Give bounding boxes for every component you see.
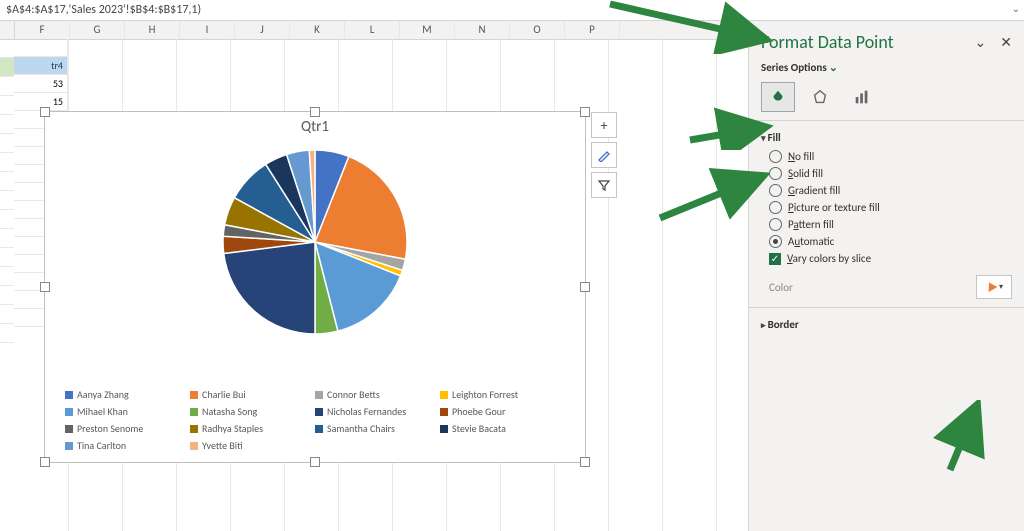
legend-item[interactable]: Stevie Bacata xyxy=(440,422,565,435)
legend-item[interactable]: Yvette Biti xyxy=(190,439,315,452)
legend-item[interactable]: Natasha Song xyxy=(190,405,315,418)
effects-tab[interactable] xyxy=(803,82,837,112)
formula-bar[interactable]: $A$4:$A$17,'Sales 2023'!$B$4:$B$17,1) ⌄ xyxy=(0,0,1024,21)
resize-handle[interactable] xyxy=(40,457,50,467)
collapse-pane-icon[interactable]: ⌄ xyxy=(975,34,987,51)
legend-item[interactable]: Preston Senome xyxy=(65,422,190,435)
legend-item[interactable]: Samantha Chairs xyxy=(315,422,440,435)
row-headers[interactable] xyxy=(0,39,14,343)
legend-item[interactable]: Radhya Staples xyxy=(190,422,315,435)
pie-plot[interactable] xyxy=(215,142,415,342)
resize-handle[interactable] xyxy=(580,282,590,292)
format-data-point-pane: Format Data Point ⌄ ✕ Series Options⌄ Fi… xyxy=(748,21,1024,531)
border-section-header[interactable]: Border xyxy=(761,318,1012,331)
legend-item[interactable]: Tina Carlton xyxy=(65,439,190,452)
resize-handle[interactable] xyxy=(580,107,590,117)
no-fill-radio[interactable]: No fill xyxy=(769,150,1012,163)
legend-item[interactable]: Nicholas Fernandes xyxy=(315,405,440,418)
close-pane-icon[interactable]: ✕ xyxy=(1000,34,1012,51)
picture-fill-radio[interactable]: Picture or texture fill xyxy=(769,201,1012,214)
fill-color-picker[interactable]: ▾ xyxy=(976,275,1012,299)
pane-title: Format Data Point xyxy=(761,31,894,53)
legend-item[interactable]: Mihael Khan xyxy=(65,405,190,418)
chart-filter-button[interactable] xyxy=(591,172,617,198)
legend-item[interactable]: Aanya Zhang xyxy=(65,388,190,401)
pattern-fill-radio[interactable]: Pattern fill xyxy=(769,218,1012,231)
series-options-dropdown[interactable]: Series Options⌄ xyxy=(761,61,1012,74)
solid-fill-radio[interactable]: Solid fill xyxy=(769,167,1012,180)
legend-item[interactable]: Leighton Forrest xyxy=(440,388,565,401)
resize-handle[interactable] xyxy=(40,282,50,292)
vary-colors-checkbox[interactable]: ✓Vary colors by slice xyxy=(769,252,1012,265)
chart-elements-button[interactable]: + xyxy=(591,112,617,138)
chart-styles-button[interactable] xyxy=(591,142,617,168)
resize-handle[interactable] xyxy=(310,107,320,117)
gradient-fill-radio[interactable]: Gradient fill xyxy=(769,184,1012,197)
color-label: Color xyxy=(769,281,793,294)
worksheet-area[interactable]: FGHIJKLMNOP tr45315981274430493601692007… xyxy=(0,21,748,531)
chart-legend[interactable]: Aanya ZhangCharlie BuiConnor BettsLeight… xyxy=(45,384,585,462)
pie-chart-object[interactable]: Qtr1 Aanya ZhangCharlie BuiConnor BettsL… xyxy=(44,111,586,463)
formula-text: $A$4:$A$17,'Sales 2023'!$B$4:$B$17,1) xyxy=(6,3,201,17)
formula-dropdown-icon[interactable]: ⌄ xyxy=(1012,2,1020,15)
column-headers[interactable]: FGHIJKLMNOP xyxy=(0,21,748,40)
fill-line-tab[interactable] xyxy=(761,82,795,112)
legend-item[interactable]: Phoebe Gour xyxy=(440,405,565,418)
resize-handle[interactable] xyxy=(310,457,320,467)
legend-item[interactable]: Charlie Bui xyxy=(190,388,315,401)
legend-item[interactable]: Connor Betts xyxy=(315,388,440,401)
fill-section-header[interactable]: Fill xyxy=(761,131,1012,144)
resize-handle[interactable] xyxy=(580,457,590,467)
resize-handle[interactable] xyxy=(40,107,50,117)
series-options-tab[interactable] xyxy=(845,82,879,112)
automatic-fill-radio[interactable]: Automatic xyxy=(769,235,1012,248)
